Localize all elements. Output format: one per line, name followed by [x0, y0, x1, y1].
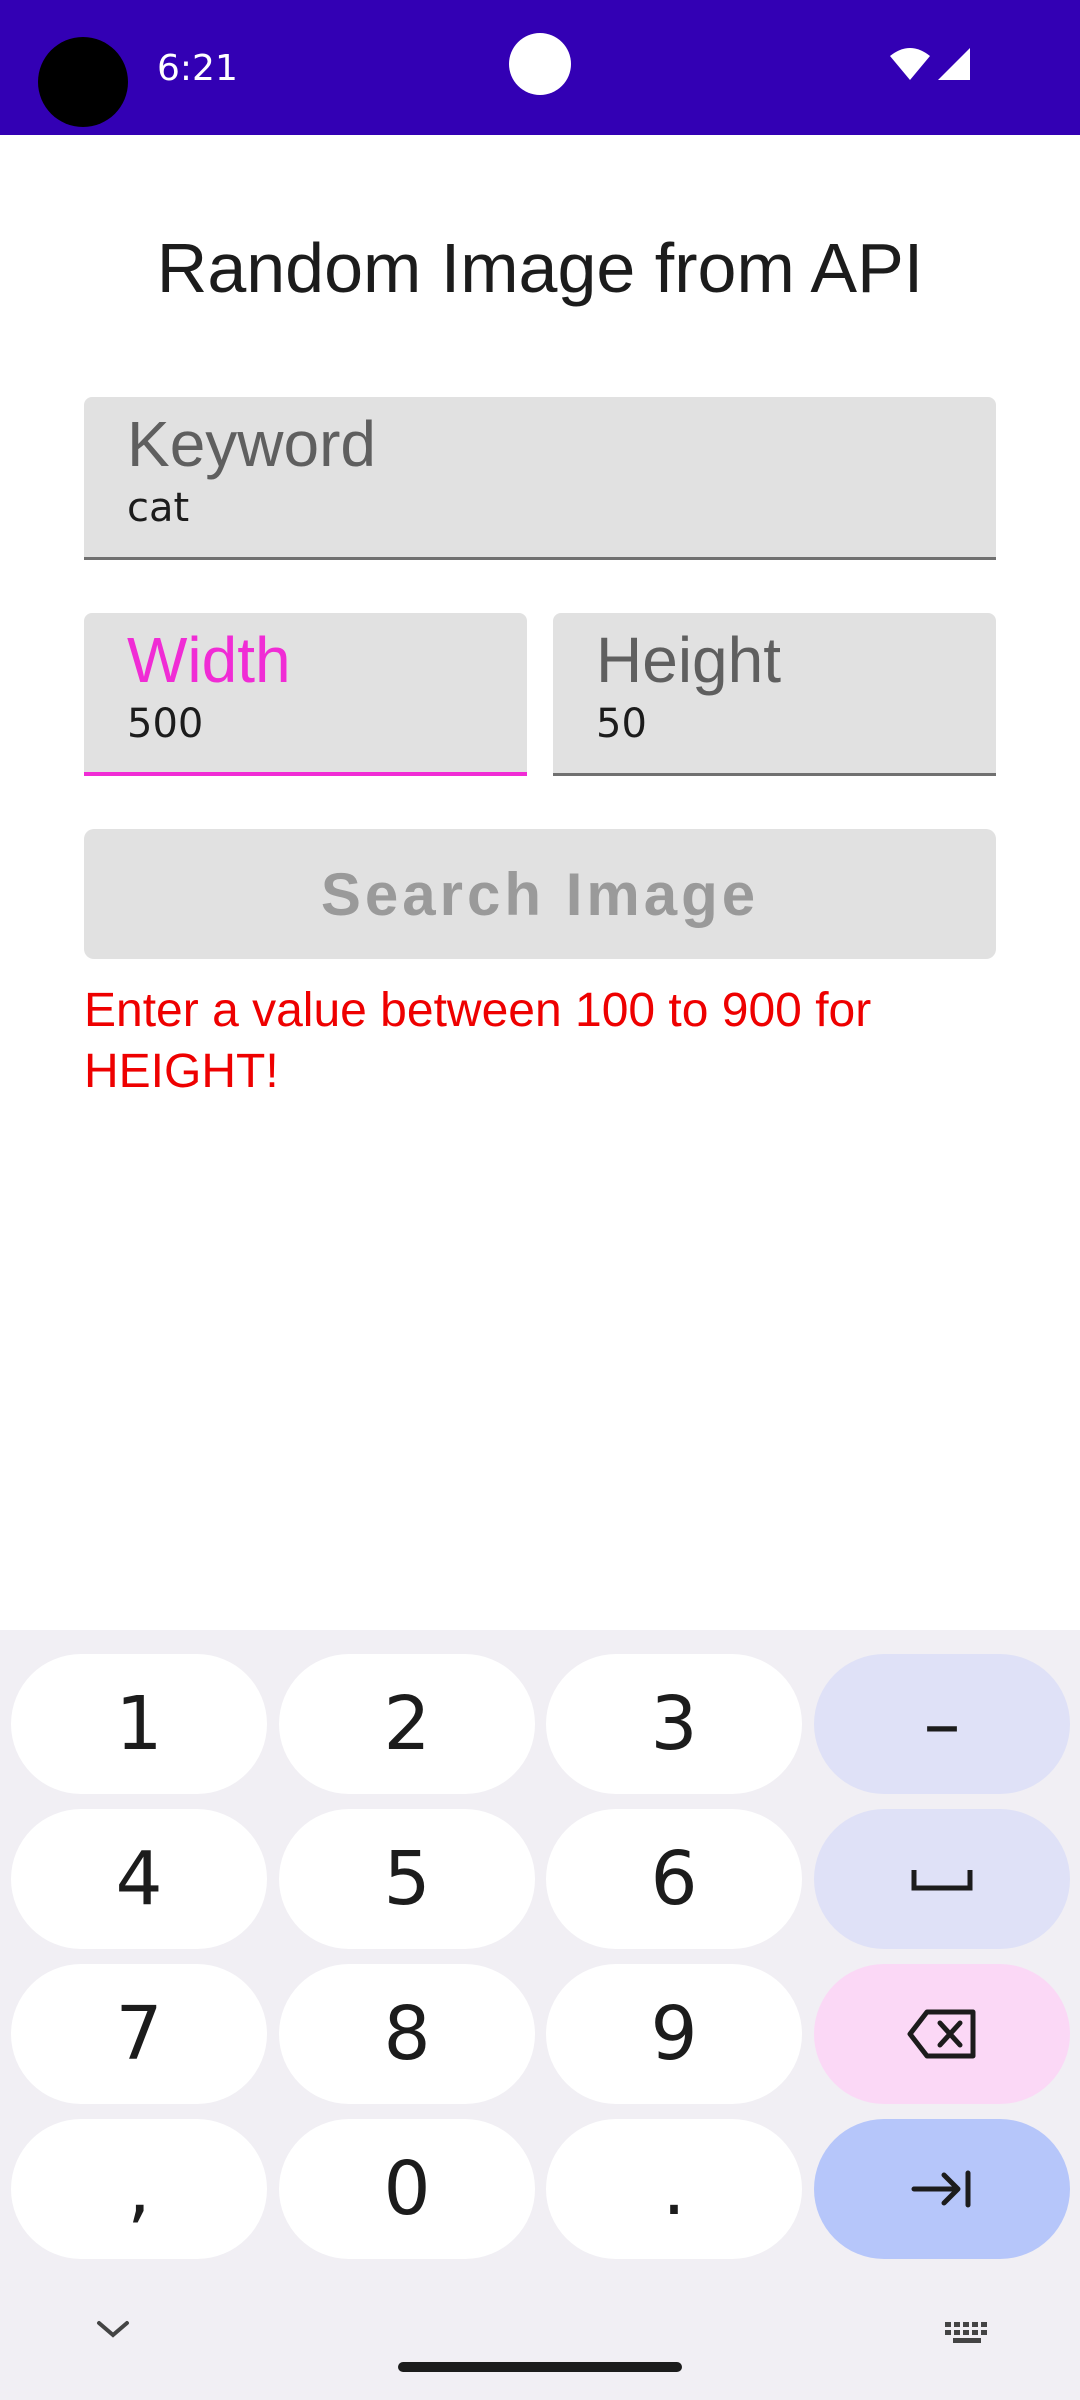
status-bar: 6:21 [0, 0, 1080, 135]
key-space[interactable] [814, 1809, 1070, 1949]
keyboard-switch-icon[interactable] [945, 2322, 989, 2344]
error-message: Enter a value between 100 to 900 for HEI… [84, 984, 872, 1098]
height-field[interactable]: Height 50 [553, 613, 996, 776]
notification-dot-icon [509, 33, 571, 95]
key-3[interactable]: 3 [546, 1654, 802, 1794]
backspace-icon [907, 2009, 976, 2059]
search-image-button[interactable]: Search Image [84, 829, 996, 959]
signal-icon [938, 48, 970, 80]
wifi-icon [890, 48, 930, 80]
minus-icon: – [923, 1681, 961, 1767]
status-time: 6:21 [157, 48, 238, 89]
key-comma[interactable]: , [11, 2119, 267, 2259]
width-field[interactable]: Width 500 [84, 613, 527, 776]
key-9[interactable]: 9 [546, 1964, 802, 2104]
page-title: Random Image from API [156, 229, 924, 307]
keyword-field[interactable]: Keyword cat [84, 397, 996, 560]
key-next-field[interactable] [814, 2119, 1070, 2259]
key-1[interactable]: 1 [11, 1654, 267, 1794]
width-value: 500 [127, 701, 204, 747]
key-6[interactable]: 6 [546, 1809, 802, 1949]
camera-cutout [38, 37, 128, 127]
space-icon [911, 1870, 973, 1891]
key-2[interactable]: 2 [279, 1654, 535, 1794]
width-label: Width [127, 624, 291, 696]
key-7[interactable]: 7 [11, 1964, 267, 2104]
home-indicator[interactable] [398, 2362, 682, 2372]
height-value: 50 [596, 701, 647, 747]
key-4[interactable]: 4 [11, 1809, 267, 1949]
keyword-label: Keyword [127, 408, 376, 480]
key-period[interactable]: . [546, 2119, 802, 2259]
status-icons [890, 48, 970, 80]
key-8[interactable]: 8 [279, 1964, 535, 2104]
key-0[interactable]: 0 [279, 2119, 535, 2259]
key-minus[interactable]: – [814, 1654, 1070, 1794]
height-label: Height [596, 624, 781, 696]
key-5[interactable]: 5 [279, 1809, 535, 1949]
next-field-icon [911, 2170, 971, 2208]
keyword-value: cat [127, 485, 190, 531]
key-backspace[interactable] [814, 1964, 1070, 2104]
chevron-down-icon[interactable] [95, 2317, 131, 2341]
